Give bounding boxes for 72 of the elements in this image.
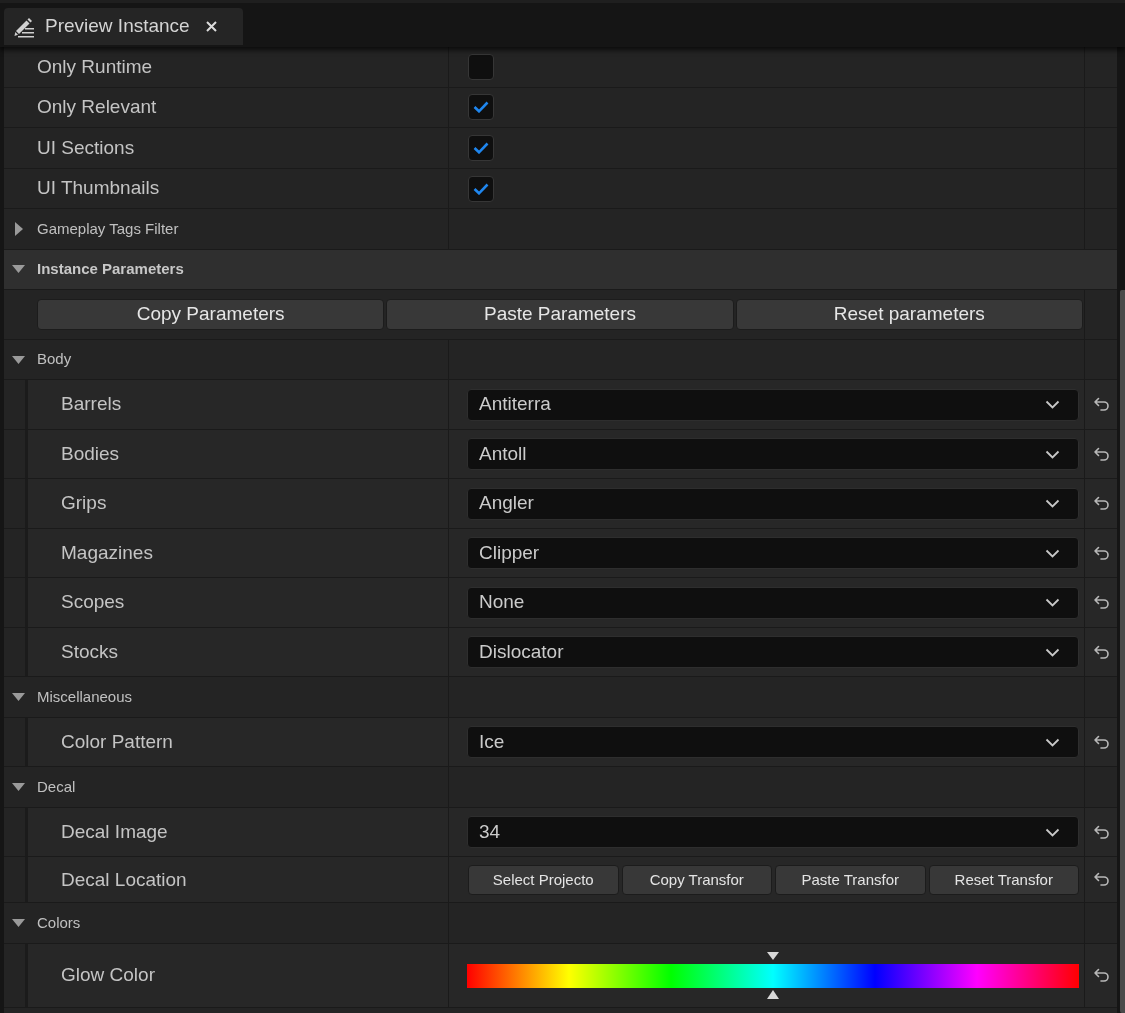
chevron-down-icon [1045,449,1060,459]
chevron-down-icon [1045,499,1060,509]
caret-down-icon[interactable] [12,919,25,928]
checkbox[interactable] [468,53,494,80]
caret-down-icon[interactable] [12,783,25,792]
checkmark-icon [473,142,489,154]
category-title: Instance Parameters [37,259,184,280]
property-label: Magazines [61,540,153,565]
property-label: Decal Location [61,867,187,892]
property-label: Color Pattern [61,729,173,754]
curved-arrow-icon[interactable] [1092,496,1110,512]
checkbox[interactable] [468,175,494,202]
curved-arrow-icon[interactable] [1092,644,1110,660]
curved-arrow-icon[interactable] [1092,545,1110,561]
chevron-down-icon [1045,598,1060,608]
chevron-down-icon [1045,827,1060,837]
tab[interactable]: Preview Instance [4,8,243,45]
group-title: Body [37,349,72,370]
slider-thumb[interactable] [767,951,779,999]
property-label: Glow Color [61,963,155,988]
dropdown[interactable]: None [467,586,1079,619]
caret-right-icon[interactable] [14,222,23,237]
checkmark-icon [473,101,489,114]
group-title: Gameplay Tags Filter [37,218,179,239]
hue-slider-track[interactable] [467,951,1079,999]
close-icon[interactable] [205,21,217,32]
setting-label: UI Thumbnails [37,176,160,201]
group-title: Miscellaneous [37,686,133,707]
checkbox[interactable] [468,94,494,121]
scrollbar-thumb[interactable] [1120,290,1125,1013]
dropdown[interactable]: Ice [467,726,1079,759]
setting-label: UI Sections [37,135,135,160]
property-label: Stocks [61,639,119,664]
dropdown[interactable]: Angler [467,487,1079,520]
caret-down-icon[interactable] [12,265,25,274]
caret-down-icon[interactable] [12,693,25,702]
curved-arrow-icon[interactable] [1092,967,1110,983]
group-title: Colors [37,912,81,933]
property-label: Grips [61,491,107,516]
curved-arrow-icon[interactable] [1092,397,1110,413]
chevron-down-icon [1045,647,1060,657]
caret-down-icon[interactable] [12,355,25,364]
parameters-button[interactable]: Reset parameters [735,298,1083,330]
curved-arrow-icon[interactable] [1092,872,1110,888]
parameters-button[interactable]: Paste Parameters [386,298,734,330]
curved-arrow-icon[interactable] [1092,734,1110,750]
property-label: Bodies [61,441,120,466]
property-label: Decal Image [61,819,168,844]
dropdown[interactable]: Antiterra [467,388,1079,421]
group-title: Decal [37,776,76,797]
curved-arrow-icon[interactable] [1092,446,1110,462]
curved-arrow-icon[interactable] [1092,595,1110,611]
setting-label: Only Runtime [37,54,153,79]
transform-button[interactable]: Paste Transfor [775,864,926,895]
chevron-down-icon [1045,737,1060,747]
chevron-down-icon [1045,400,1060,410]
dropdown[interactable]: 34 [467,816,1079,849]
transform-button[interactable]: Copy Transfor [621,864,772,895]
parameters-button[interactable]: Copy Parameters [37,298,385,330]
transform-button[interactable]: Reset Transfor [928,864,1079,895]
dropdown[interactable]: Antoll [467,438,1079,471]
dropdown[interactable]: Clipper [467,537,1079,570]
category-header-bar[interactable]: Instance Parameters [4,249,1117,290]
property-label: Barrels [61,392,122,417]
chevron-down-icon [1045,548,1060,558]
curved-arrow-icon[interactable] [1092,824,1110,840]
checkmark-icon [473,182,489,195]
setting-label: Only Relevant [37,95,157,120]
property-label: Scopes [61,590,125,615]
checkbox[interactable] [468,135,494,161]
dropdown[interactable]: Dislocator [467,636,1079,669]
transform-button[interactable]: Select Projecto [468,864,619,895]
